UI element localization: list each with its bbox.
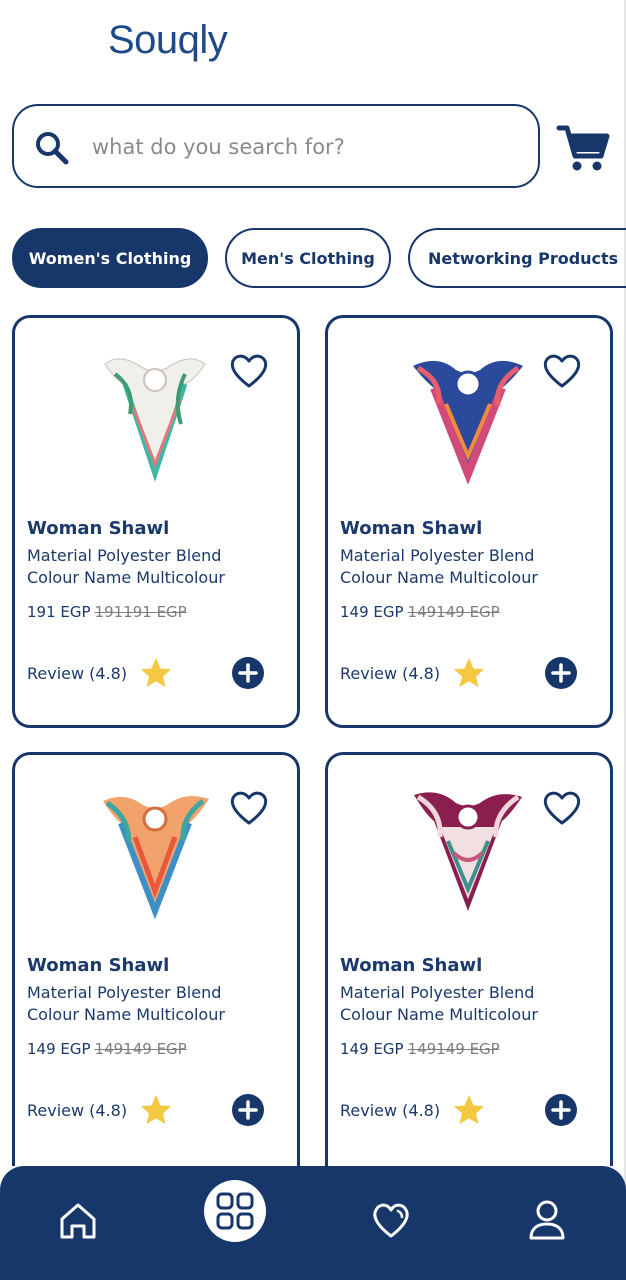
home-icon[interactable] bbox=[57, 1200, 99, 1242]
chip-networking-products[interactable]: Networking Products bbox=[408, 228, 626, 288]
old-price: 149149 EGP bbox=[407, 603, 500, 621]
product-colour: Colour Name Multicolour bbox=[27, 1005, 225, 1024]
product-image bbox=[413, 360, 523, 484]
product-price: 191 EGP 191191 EGP bbox=[27, 603, 187, 621]
product-colour: Colour Name Multicolour bbox=[27, 568, 225, 587]
product-title: Woman Shawl bbox=[27, 518, 170, 539]
product-colour: Colour Name Multicolour bbox=[340, 568, 538, 587]
search-icon bbox=[36, 132, 69, 165]
favorite-heart-icon[interactable] bbox=[542, 789, 582, 827]
product-title: Woman Shawl bbox=[340, 518, 483, 539]
product-card[interactable]: Woman Shawl Material Polyester Blend Col… bbox=[12, 752, 300, 1166]
old-price: 191191 EGP bbox=[94, 603, 187, 621]
search-bar[interactable] bbox=[12, 104, 540, 188]
user-icon[interactable] bbox=[526, 1198, 568, 1240]
product-image bbox=[103, 796, 209, 920]
product-card[interactable]: Woman Shawl Material Polyester Blend Col… bbox=[325, 315, 613, 728]
product-material: Material Polyester Blend bbox=[27, 983, 222, 1002]
chip-womens-clothing[interactable]: Women's Clothing bbox=[12, 228, 208, 288]
product-image bbox=[414, 792, 522, 911]
product-card[interactable]: Woman Shawl Material Polyester Blend Col… bbox=[325, 752, 613, 1166]
add-to-cart-icon[interactable] bbox=[231, 1093, 265, 1127]
favorite-heart-icon[interactable] bbox=[229, 352, 269, 390]
product-card[interactable]: Woman Shawl Material Polyester Blend Col… bbox=[12, 315, 300, 728]
product-title: Woman Shawl bbox=[27, 955, 170, 976]
old-price: 149149 EGP bbox=[94, 1040, 187, 1058]
current-price: 191 EGP bbox=[27, 603, 91, 621]
product-material: Material Polyester Blend bbox=[27, 546, 222, 565]
star-icon bbox=[454, 1095, 484, 1124]
star-icon bbox=[454, 658, 484, 687]
nav-categories-button[interactable] bbox=[204, 1180, 266, 1242]
product-image bbox=[104, 358, 206, 482]
product-review: Review (4.8) bbox=[340, 664, 441, 683]
favorite-heart-icon[interactable] bbox=[229, 789, 269, 827]
grid-icon bbox=[216, 1192, 254, 1230]
add-to-cart-icon[interactable] bbox=[544, 1093, 578, 1127]
current-price: 149 EGP bbox=[27, 1040, 91, 1058]
chip-mens-clothing[interactable]: Men's Clothing bbox=[225, 228, 391, 288]
add-to-cart-icon[interactable] bbox=[231, 656, 265, 690]
star-icon bbox=[141, 1095, 171, 1124]
cart-icon[interactable] bbox=[555, 120, 611, 176]
product-title: Woman Shawl bbox=[340, 955, 483, 976]
heart-icon[interactable] bbox=[370, 1200, 412, 1242]
product-price: 149 EGP 149149 EGP bbox=[340, 1040, 500, 1058]
current-price: 149 EGP bbox=[340, 1040, 404, 1058]
product-material: Material Polyester Blend bbox=[340, 546, 535, 565]
old-price: 149149 EGP bbox=[407, 1040, 500, 1058]
product-price: 149 EGP 149149 EGP bbox=[340, 603, 500, 621]
product-review: Review (4.8) bbox=[27, 664, 128, 683]
star-icon bbox=[141, 658, 171, 687]
product-colour: Colour Name Multicolour bbox=[340, 1005, 538, 1024]
search-input[interactable] bbox=[90, 124, 524, 170]
app-brand: Souqly bbox=[108, 18, 228, 62]
product-material: Material Polyester Blend bbox=[340, 983, 535, 1002]
product-review: Review (4.8) bbox=[27, 1101, 128, 1120]
current-price: 149 EGP bbox=[340, 603, 404, 621]
favorite-heart-icon[interactable] bbox=[542, 352, 582, 390]
product-review: Review (4.8) bbox=[340, 1101, 441, 1120]
product-price: 149 EGP 149149 EGP bbox=[27, 1040, 187, 1058]
add-to-cart-icon[interactable] bbox=[544, 656, 578, 690]
